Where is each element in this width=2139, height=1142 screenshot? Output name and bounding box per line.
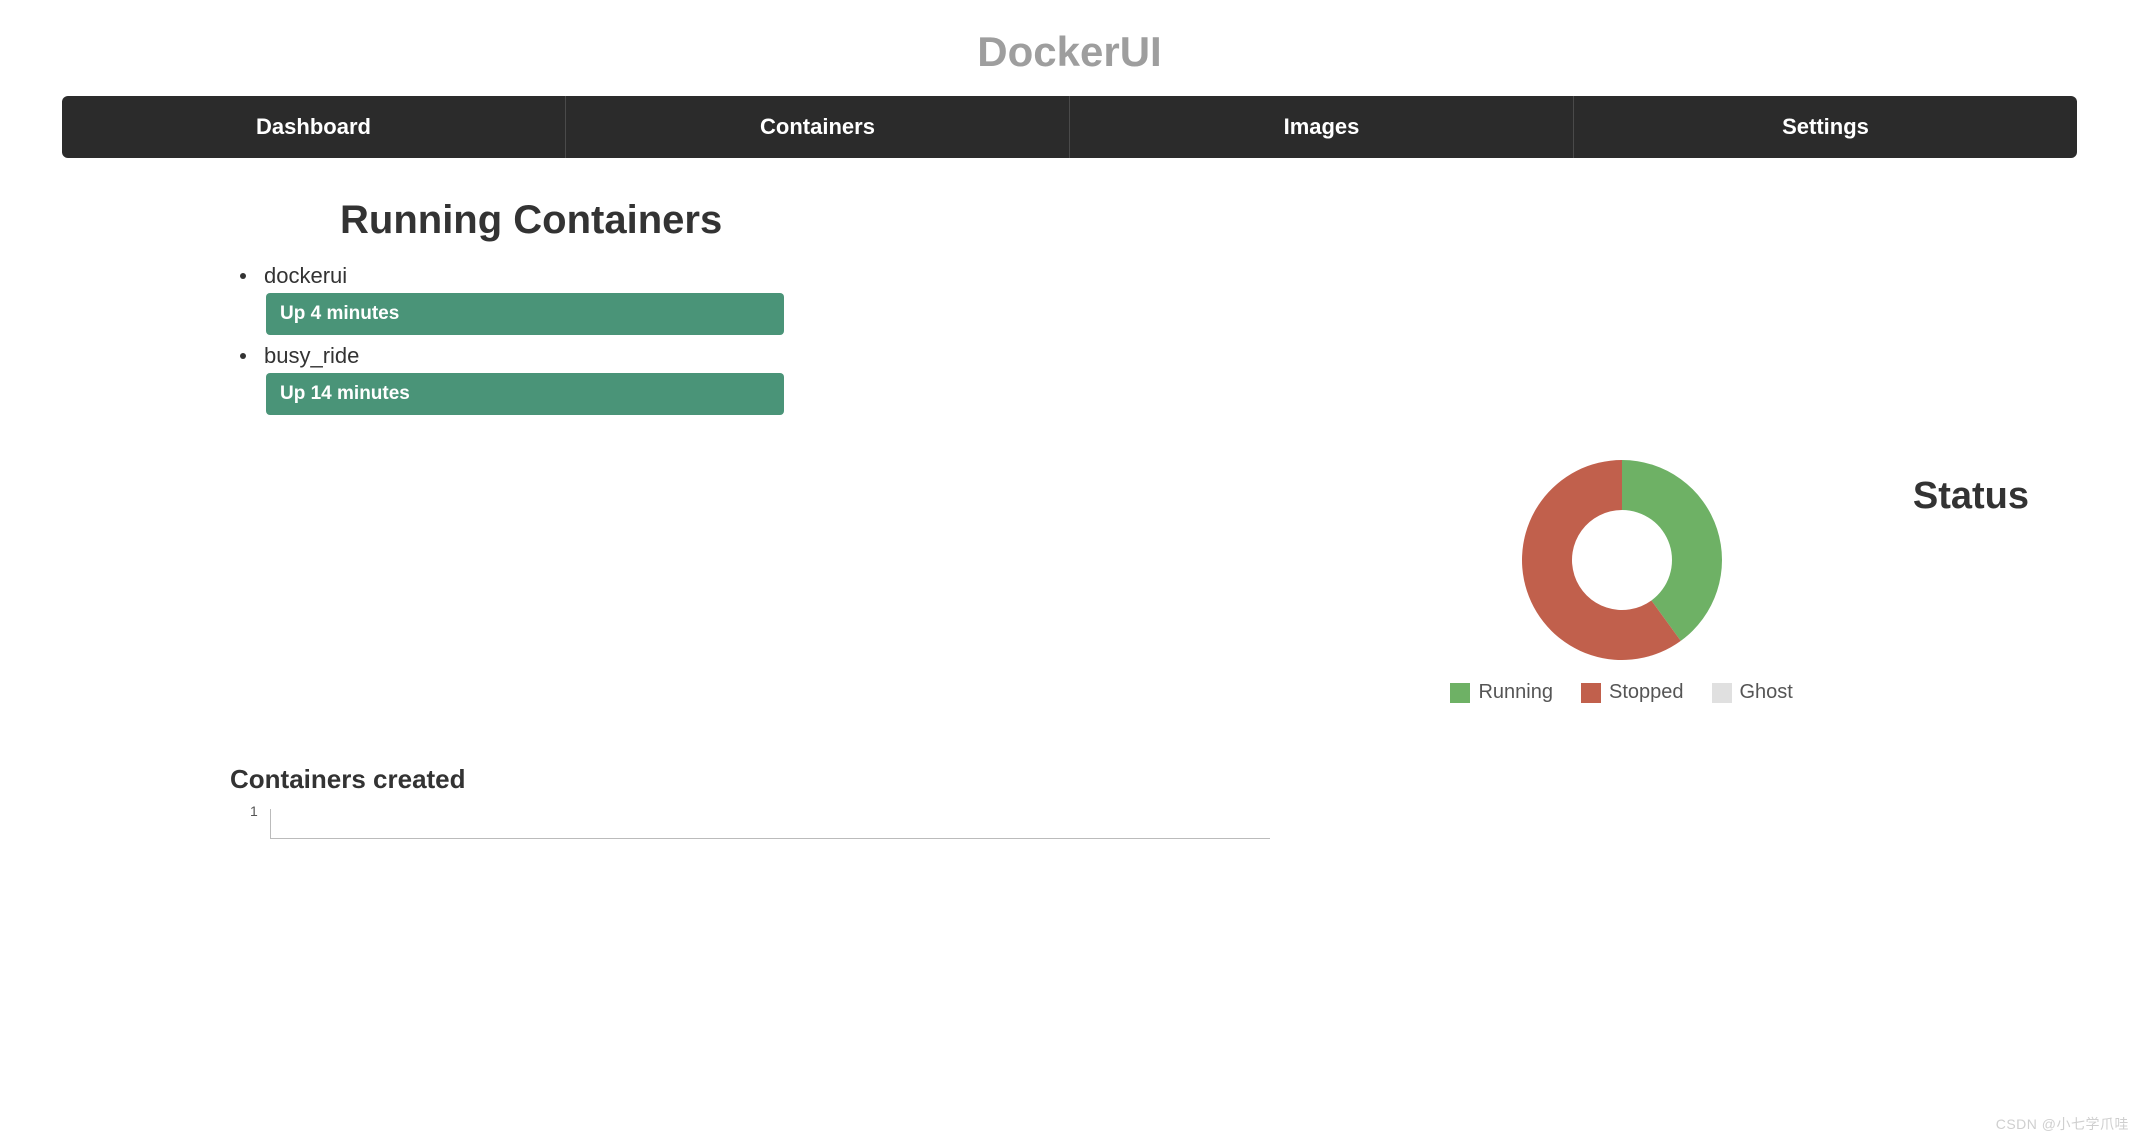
container-name: dockerui — [264, 263, 347, 289]
chart-axis-line — [270, 809, 1270, 839]
nav-dashboard[interactable]: Dashboard — [62, 96, 566, 158]
watermark: CSDN @小七学爪哇 — [1996, 1114, 2129, 1134]
main-content: Running Containers dockerui Up 4 minutes… — [0, 158, 2139, 849]
container-list: dockerui Up 4 minutes busy_ride Up 14 mi… — [230, 263, 790, 415]
swatch-ghost — [1712, 683, 1732, 703]
swatch-running — [1450, 683, 1470, 703]
running-containers-section: Running Containers dockerui Up 4 minutes… — [230, 198, 790, 415]
containers-created-section: Containers created 1 — [230, 764, 2139, 849]
running-containers-heading: Running Containers — [340, 198, 790, 243]
status-heading: Status — [1913, 475, 2029, 518]
swatch-stopped — [1581, 683, 1601, 703]
legend-label: Running — [1478, 681, 1553, 704]
main-nav: Dashboard Containers Images Settings — [62, 96, 2077, 158]
legend-label: Stopped — [1609, 681, 1684, 704]
containers-created-heading: Containers created — [230, 764, 2139, 795]
bullet-icon — [240, 353, 246, 359]
page-title: DockerUI — [0, 0, 2139, 96]
nav-images[interactable]: Images — [1070, 96, 1574, 158]
legend-item-running[interactable]: Running — [1450, 681, 1553, 704]
legend-label: Ghost — [1740, 681, 1793, 704]
nav-containers[interactable]: Containers — [566, 96, 1070, 158]
container-item: busy_ride Up 14 minutes — [230, 343, 790, 415]
y-axis-tick: 1 — [250, 803, 258, 819]
status-legend: Running Stopped Ghost — [1450, 681, 1792, 704]
container-name-row[interactable]: busy_ride — [240, 343, 790, 369]
status-donut-chart — [1517, 455, 1727, 665]
status-donut-wrap: Running Stopped Ghost — [1450, 455, 1792, 704]
container-status-badge: Up 14 minutes — [266, 373, 784, 415]
container-name-row[interactable]: dockerui — [240, 263, 790, 289]
legend-item-ghost[interactable]: Ghost — [1712, 681, 1793, 704]
bullet-icon — [240, 273, 246, 279]
container-item: dockerui Up 4 minutes — [230, 263, 790, 335]
container-name: busy_ride — [264, 343, 359, 369]
status-section: Running Stopped Ghost Status — [0, 455, 2139, 704]
nav-settings[interactable]: Settings — [1574, 96, 2077, 158]
containers-created-chart: 1 — [270, 809, 2139, 849]
container-status-badge: Up 4 minutes — [266, 293, 784, 335]
legend-item-stopped[interactable]: Stopped — [1581, 681, 1684, 704]
